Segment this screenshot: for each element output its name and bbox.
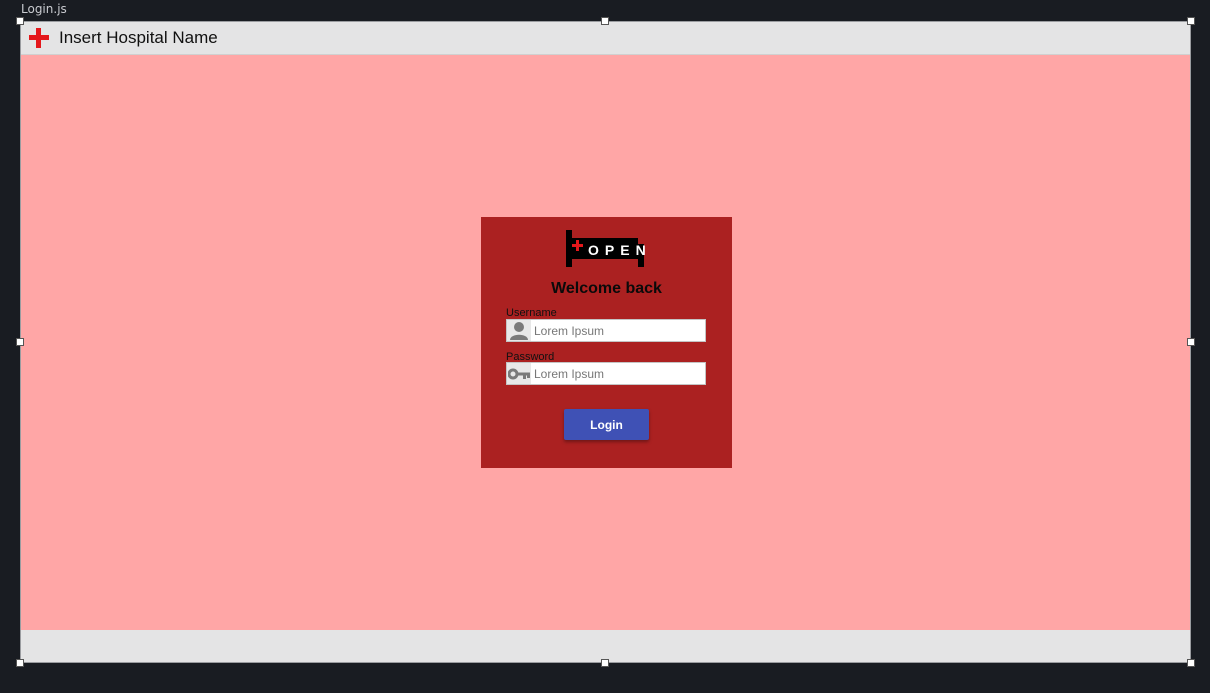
login-button[interactable]: Login	[564, 409, 649, 440]
welcome-heading: Welcome back	[551, 280, 662, 297]
resize-handle-bottom-right[interactable]	[1187, 659, 1195, 667]
username-label: Username	[506, 307, 557, 319]
red-cross-icon	[29, 28, 49, 48]
resize-handle-right[interactable]	[1187, 338, 1195, 346]
user-icon	[507, 320, 531, 341]
resize-handle-top-left[interactable]	[16, 17, 24, 25]
resize-handle-top[interactable]	[601, 17, 609, 25]
hospital-name-title: Insert Hospital Name	[59, 28, 218, 47]
logo-text: OPEN	[588, 242, 646, 258]
key-icon	[507, 363, 531, 384]
login-card: OPEN Welcome back Username Password	[481, 217, 732, 468]
password-input[interactable]	[531, 366, 701, 381]
resize-handle-bottom-left[interactable]	[16, 659, 24, 667]
open-bed-logo-icon: OPEN	[566, 230, 646, 267]
password-field	[506, 362, 706, 385]
login-page: OPEN Welcome back Username Password	[21, 55, 1190, 631]
file-tab-label: Login.js	[21, 2, 67, 16]
username-field	[506, 319, 706, 342]
username-input[interactable]	[531, 323, 701, 338]
app-bar: Insert Hospital Name	[21, 22, 1190, 55]
resize-handle-left[interactable]	[16, 338, 24, 346]
footer-bar	[21, 630, 1190, 662]
resize-handle-bottom[interactable]	[601, 659, 609, 667]
resize-handle-top-right[interactable]	[1187, 17, 1195, 25]
app-frame: Insert Hospital Name OPEN Welcome back U…	[16, 17, 1195, 667]
